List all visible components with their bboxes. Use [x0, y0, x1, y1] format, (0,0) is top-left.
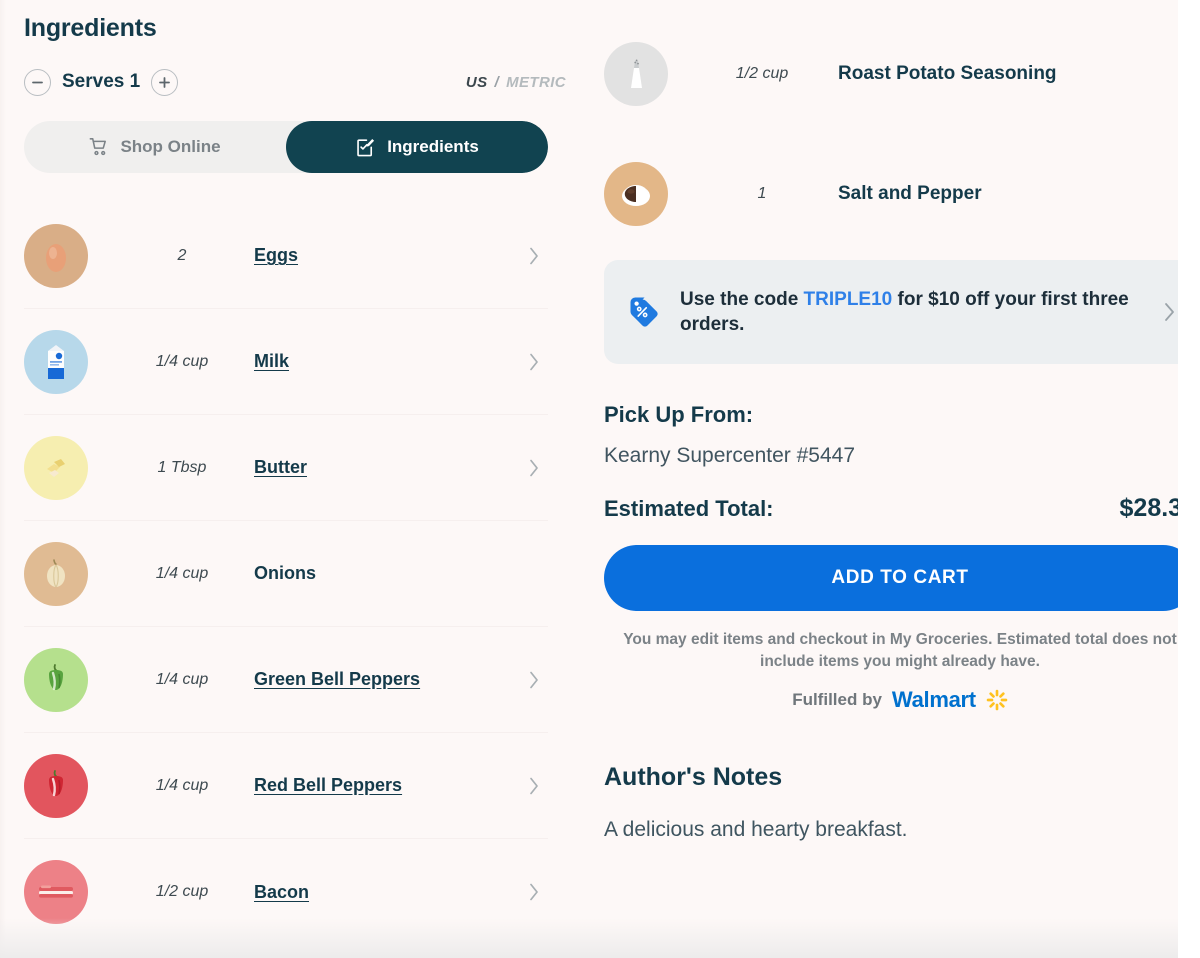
- chevron-right-icon[interactable]: [528, 882, 540, 902]
- seasoning-shaker-icon: [604, 42, 668, 106]
- add-to-cart-button[interactable]: ADD TO CART: [604, 545, 1196, 611]
- shopping-cart-icon: [89, 137, 109, 157]
- view-mode-tabs: Shop Online Ingredients: [24, 121, 548, 173]
- milk-carton-icon: [24, 329, 88, 394]
- ingredient-quantity: 1/4 cup: [155, 564, 209, 582]
- promo-banner[interactable]: Use the code TRIPLE10 for $10 off your f…: [604, 260, 1196, 364]
- checklist-pencil-icon: [355, 137, 376, 158]
- serves-label: Serves 1: [62, 71, 141, 92]
- bacon-icon: [24, 860, 88, 924]
- right-margin: [1178, 0, 1200, 958]
- green-pepper-icon: [24, 647, 88, 712]
- tab-ingredients[interactable]: Ingredients: [286, 121, 548, 173]
- ingredient-row[interactable]: 2 Eggs: [24, 203, 548, 309]
- unit-option-metric[interactable]: METRIC: [506, 74, 566, 91]
- salt-pepper-bowl-icon: [604, 162, 668, 226]
- checkout-disclaimer: You may edit items and checkout in My Gr…: [623, 631, 1177, 670]
- ingredient-name: Onions: [254, 563, 316, 583]
- ingredient-row[interactable]: 1 Tbsp Butter: [24, 415, 548, 521]
- ingredient-name[interactable]: Butter: [254, 457, 307, 478]
- chevron-right-icon[interactable]: [528, 246, 540, 266]
- walmart-brand-name: Walmart: [891, 687, 976, 712]
- onion-icon: [24, 541, 88, 606]
- chevron-right-icon[interactable]: [528, 670, 540, 690]
- fulfilled-by-row: Fulfilled by Walmart: [610, 687, 1190, 713]
- chevron-right-icon[interactable]: [528, 352, 540, 372]
- tab-shop-online[interactable]: Shop Online: [24, 121, 286, 173]
- ingredient-list-right: 1/2 cup Roast Potato Seasoning 1 Salt and P…: [604, 14, 1196, 254]
- ingredient-quantity: 1: [757, 185, 767, 202]
- promo-code: TRIPLE10: [803, 288, 893, 310]
- unit-separator: /: [494, 73, 500, 91]
- ingredient-quantity: 1/4 cup: [155, 776, 209, 794]
- butter-icon: [24, 435, 88, 500]
- ingredient-quantity: 1/2 cup: [155, 883, 209, 900]
- ingredient-row[interactable]: 1/4 cup Milk: [24, 309, 548, 415]
- ingredient-row[interactable]: 1/4 cup Red Bell Peppers: [24, 733, 548, 839]
- chevron-right-icon[interactable]: [528, 776, 540, 796]
- minus-circle-icon[interactable]: [24, 68, 51, 96]
- tab-ingredients-label: Ingredients: [387, 137, 479, 156]
- ingredient-list-left: 2 Eggs 1/4 cup Milk 1 Tbsp Butter 1/4 cup Onion…: [24, 203, 548, 945]
- order-column-right: 1/2 cup Roast Potato Seasoning 1 Salt and P…: [576, 0, 1196, 958]
- ingredient-row: 1/4 cup Onions: [24, 521, 548, 627]
- estimated-total-label: Estimated Total:: [604, 496, 774, 521]
- pickup-store-name: Kearny Supercenter #5447: [604, 444, 856, 467]
- ingredients-column-left: Ingredients Serves 1 US / METRIC Shop On…: [24, 0, 576, 958]
- ingredient-quantity: 1/4 cup: [155, 352, 209, 370]
- ingredient-name[interactable]: Milk: [254, 351, 289, 372]
- red-pepper-icon: [24, 753, 88, 818]
- ingredient-name[interactable]: Red Bell Peppers: [254, 775, 402, 796]
- ingredient-name[interactable]: Eggs: [254, 245, 298, 266]
- ingredient-quantity: 1/2 cup: [735, 65, 789, 82]
- promo-text: Use the code TRIPLE10 for $10 off your f…: [680, 287, 1150, 338]
- ingredient-row: 1/2 cup Roast Potato Seasoning: [604, 14, 1196, 134]
- author-notes-body: A delicious and hearty breakfast.: [604, 818, 908, 841]
- ingredient-name: Salt and Pepper: [838, 183, 982, 204]
- chevron-right-icon[interactable]: [1163, 301, 1176, 323]
- promo-text-before: Use the code: [680, 288, 804, 310]
- author-notes-title: Author's Notes: [604, 763, 783, 791]
- chevron-right-icon[interactable]: [528, 458, 540, 478]
- ingredient-row[interactable]: 1/2 cup Bacon: [24, 839, 548, 945]
- pickup-store-row[interactable]: Kearny Supercenter #5447: [604, 444, 1196, 468]
- page-title: Ingredients: [24, 14, 157, 42]
- recipe-ingredients-panel: Ingredients Serves 1 US / METRIC Shop On…: [0, 0, 1200, 958]
- plus-circle-icon[interactable]: [151, 68, 179, 96]
- estimated-total-row: Estimated Total: $28.31: [604, 494, 1196, 523]
- ingredient-row[interactable]: 1/4 cup Green Bell Peppers: [24, 627, 548, 733]
- ingredient-name[interactable]: Bacon: [254, 882, 309, 903]
- fulfilled-by-label: Fulfilled by: [792, 690, 882, 709]
- tab-shop-online-label: Shop Online: [120, 137, 221, 156]
- ingredient-quantity: 2: [177, 246, 187, 264]
- discount-tag-icon: [628, 295, 662, 329]
- walmart-spark-icon: [986, 689, 1008, 711]
- ingredient-quantity: 1/4 cup: [155, 670, 209, 688]
- pickup-label: Pick Up From:: [604, 402, 754, 427]
- unit-toggle: US / METRIC: [466, 74, 566, 91]
- unit-option-us[interactable]: US: [466, 74, 488, 91]
- ingredient-row: 1 Salt and Pepper: [604, 134, 1196, 254]
- serves-row: Serves 1 US / METRIC: [24, 65, 576, 99]
- ingredient-quantity: 1 Tbsp: [157, 458, 207, 476]
- egg-icon: [24, 223, 88, 288]
- ingredient-name[interactable]: Green Bell Peppers: [254, 669, 420, 690]
- ingredient-name: Roast Potato Seasoning: [838, 63, 1057, 84]
